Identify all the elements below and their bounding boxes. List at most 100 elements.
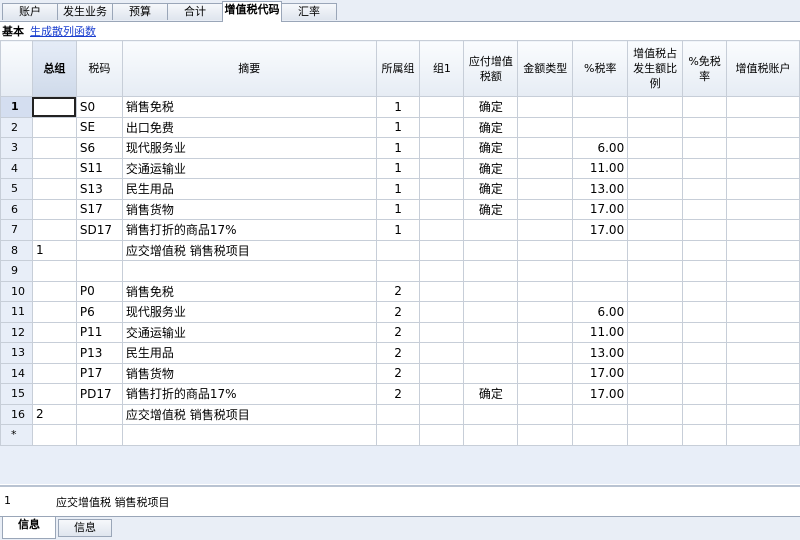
description-cell[interactable]: 出口免费 xyxy=(121,116,377,138)
description-cell[interactable]: 现代服务业 xyxy=(121,137,377,159)
group-cell[interactable] xyxy=(31,383,77,405)
col-header-code[interactable]: 税码 xyxy=(75,40,123,97)
vat-ratio-cell[interactable] xyxy=(627,219,684,241)
group-cell[interactable] xyxy=(31,321,77,343)
group-cell[interactable] xyxy=(31,362,77,384)
vat-due-cell[interactable]: 确定 xyxy=(463,137,519,159)
rate-cell[interactable]: 11.00 xyxy=(572,321,629,343)
col-header-belongs-group[interactable]: 所属组 xyxy=(375,40,421,97)
tab-transactions[interactable]: 发生业务 xyxy=(57,3,113,20)
rate-cell[interactable] xyxy=(572,260,629,282)
row-number[interactable]: 15 xyxy=(0,383,33,405)
amount-type-cell[interactable] xyxy=(517,280,574,302)
rate-cell[interactable]: 11.00 xyxy=(572,157,629,179)
belongs-group-cell[interactable] xyxy=(375,260,421,282)
exempt-rate-cell[interactable] xyxy=(682,239,728,261)
col-header-vat-due[interactable]: 应付增值税额 xyxy=(463,40,519,97)
group1-cell[interactable] xyxy=(419,321,465,343)
vat-ratio-cell[interactable] xyxy=(627,424,684,446)
amount-type-cell[interactable] xyxy=(517,424,574,446)
group1-cell[interactable] xyxy=(419,239,465,261)
vat-account-cell[interactable] xyxy=(726,383,800,405)
tab-vat-codes[interactable]: 增值税代码 xyxy=(222,1,282,22)
row-number[interactable]: 5 xyxy=(0,178,33,200)
col-header-group1[interactable]: 组1 xyxy=(419,40,465,97)
exempt-rate-cell[interactable] xyxy=(682,219,728,241)
group-cell[interactable] xyxy=(31,424,77,446)
vat-ratio-cell[interactable] xyxy=(627,301,684,323)
exempt-rate-cell[interactable] xyxy=(682,157,728,179)
col-header-vat-ratio[interactable]: 增值税占发生额比例 xyxy=(627,40,684,97)
description-cell[interactable]: 民生用品 xyxy=(121,342,377,364)
belongs-group-cell[interactable]: 1 xyxy=(375,198,421,220)
description-cell[interactable]: 应交增值税 销售税项目 xyxy=(121,239,377,261)
exempt-rate-cell[interactable] xyxy=(682,383,728,405)
vat-due-cell[interactable] xyxy=(463,362,519,384)
belongs-group-cell[interactable]: 2 xyxy=(375,342,421,364)
vat-ratio-cell[interactable] xyxy=(627,321,684,343)
group-cell[interactable] xyxy=(31,157,77,179)
vat-ratio-cell[interactable] xyxy=(627,260,684,282)
vat-account-cell[interactable] xyxy=(726,280,800,302)
amount-type-cell[interactable] xyxy=(517,239,574,261)
vat-due-cell[interactable]: 确定 xyxy=(463,96,519,118)
exempt-rate-cell[interactable] xyxy=(682,280,728,302)
description-cell[interactable]: 销售免税 xyxy=(121,280,377,302)
vat-due-cell[interactable] xyxy=(463,301,519,323)
vat-due-cell[interactable] xyxy=(463,342,519,364)
rate-cell[interactable]: 17.00 xyxy=(572,198,629,220)
group1-cell[interactable] xyxy=(419,260,465,282)
row-number[interactable]: 12 xyxy=(0,321,33,343)
vat-ratio-cell[interactable] xyxy=(627,96,684,118)
exempt-rate-cell[interactable] xyxy=(682,321,728,343)
vat-ratio-cell[interactable] xyxy=(627,157,684,179)
exempt-rate-cell[interactable] xyxy=(682,301,728,323)
vat-ratio-cell[interactable] xyxy=(627,362,684,384)
description-cell[interactable]: 应交增值税 销售税项目 xyxy=(121,403,377,425)
group-cell[interactable] xyxy=(31,260,77,282)
belongs-group-cell[interactable]: 1 xyxy=(375,219,421,241)
row-number[interactable]: 9 xyxy=(0,260,33,282)
row-number[interactable]: 10 xyxy=(0,280,33,302)
code-cell[interactable]: P17 xyxy=(75,362,123,384)
exempt-rate-cell[interactable] xyxy=(682,424,728,446)
code-cell[interactable]: SD17 xyxy=(75,219,123,241)
amount-type-cell[interactable] xyxy=(517,383,574,405)
row-number[interactable]: 7 xyxy=(0,219,33,241)
code-cell[interactable]: SE xyxy=(75,116,123,138)
row-number[interactable]: 4 xyxy=(0,157,33,179)
vat-account-cell[interactable] xyxy=(726,137,800,159)
rate-cell[interactable] xyxy=(572,116,629,138)
vat-ratio-cell[interactable] xyxy=(627,383,684,405)
row-number[interactable]: 16 xyxy=(0,403,33,425)
group1-cell[interactable] xyxy=(419,96,465,118)
exempt-rate-cell[interactable] xyxy=(682,362,728,384)
amount-type-cell[interactable] xyxy=(517,321,574,343)
amount-type-cell[interactable] xyxy=(517,198,574,220)
group1-cell[interactable] xyxy=(419,198,465,220)
vat-ratio-cell[interactable] xyxy=(627,198,684,220)
amount-type-cell[interactable] xyxy=(517,362,574,384)
description-cell[interactable]: 现代服务业 xyxy=(121,301,377,323)
description-cell[interactable]: 民生用品 xyxy=(121,178,377,200)
code-cell[interactable]: PD17 xyxy=(75,383,123,405)
code-cell[interactable]: S17 xyxy=(75,198,123,220)
group-cell[interactable] xyxy=(31,301,77,323)
rate-cell[interactable]: 6.00 xyxy=(572,301,629,323)
vat-due-cell[interactable]: 确定 xyxy=(463,157,519,179)
description-cell[interactable]: 交通运输业 xyxy=(121,321,377,343)
vat-due-cell[interactable] xyxy=(463,280,519,302)
vat-account-cell[interactable] xyxy=(726,219,800,241)
vat-account-cell[interactable] xyxy=(726,321,800,343)
group1-cell[interactable] xyxy=(419,403,465,425)
vat-account-cell[interactable] xyxy=(726,403,800,425)
belongs-group-cell[interactable]: 1 xyxy=(375,178,421,200)
vat-due-cell[interactable] xyxy=(463,424,519,446)
vat-account-cell[interactable] xyxy=(726,198,800,220)
belongs-group-cell[interactable]: 2 xyxy=(375,321,421,343)
rate-cell[interactable] xyxy=(572,403,629,425)
vat-account-cell[interactable] xyxy=(726,301,800,323)
row-number[interactable]: * xyxy=(0,424,33,446)
vat-account-cell[interactable] xyxy=(726,424,800,446)
belongs-group-cell[interactable]: 2 xyxy=(375,301,421,323)
